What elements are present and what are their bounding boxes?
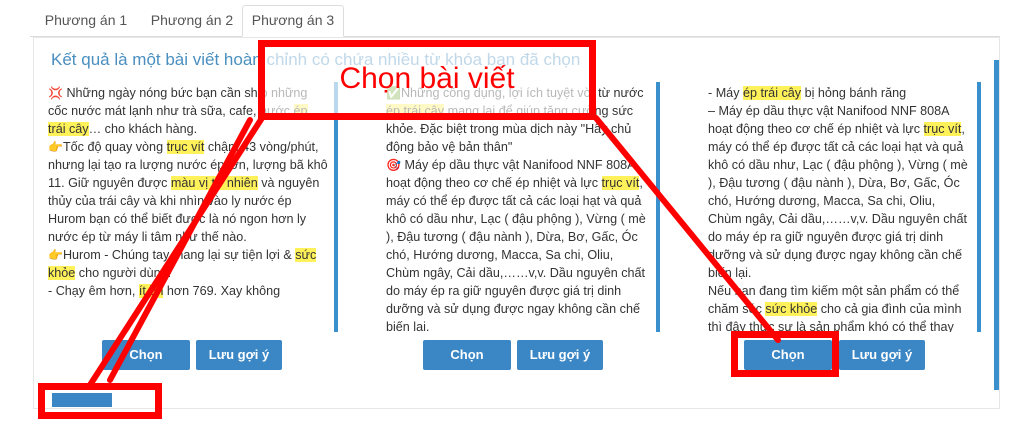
article-paragraph: 👉Hurom - Chúng tay mang lại sự tiện lợi … [48,246,328,282]
tab-option-1[interactable]: Phương án 1 [36,6,136,35]
tab-option-3[interactable]: Phương án 3 [242,5,344,37]
article-text: Tốc độ quay vòng [62,140,167,154]
article-paragraph: Nếu bạn đang tìm kiếm một sản phẩm có th… [708,282,968,332]
article-text-3: - Máy ép trái cây bị hỏng bánh răng – Máy… [704,82,974,332]
article-text: - Chạy êm hơn, [48,284,139,298]
page-scrollbar[interactable] [994,60,999,390]
choose-button-1[interactable]: Chọn [102,340,190,370]
keyword-highlight: ép trái cây [742,86,802,100]
article-text: , máy có thể ép được tất cả các loại hạt… [708,122,968,280]
emoji-icon: 👉 [48,140,63,154]
emoji-icon: 👉 [48,248,63,262]
choose-button-2[interactable]: Chọn [423,340,511,370]
tab-option-2[interactable]: Phương án 2 [142,6,242,35]
article-text: - Máy [708,86,743,100]
article-text: Hurom - Chúng tay mang lại sự tiện lợi & [62,248,296,262]
emoji-icon: 💢 [48,86,63,100]
keyword-highlight: ít ồn [138,284,164,298]
save-suggestion-button-2[interactable]: Lưu gợi ý [517,340,603,370]
keyword-highlight: sức khỏe [765,302,818,316]
keyword-highlight: màu vị tự nhiên [170,176,258,190]
keyword-highlight: trục vít [601,176,640,190]
article-paragraph: 11. Giữ nguyên được màu vị tự nhiên và n… [48,174,328,246]
article-paragraph: - Chạy êm hơn, ít ồn hơn 769. Xay không [48,282,328,300]
annotation-box-pagination [38,383,162,419]
save-suggestion-button-1[interactable]: Lưu gợi ý [196,340,282,370]
scrollbar-2[interactable] [656,82,660,332]
article-text: Máy ép dầu thực vật Nanifood NNF 808A ho… [386,158,635,190]
annotation-label: Chọn bài viết [258,40,596,120]
article-text: cho người dùng. [75,266,172,280]
article-text: hơn 769. Xay không [163,284,281,298]
save-suggestion-button-3[interactable]: Lưu gợi ý [839,340,925,370]
keyword-highlight: trục vít [166,140,205,154]
article-text: 11. Giữ nguyên được [48,176,171,190]
article-paragraph: 🎯 Máy ép dầu thực vật Nanifood NNF 808A … [386,156,646,332]
article-paragraph: 👉Tốc độ quay vòng trục vít chậm 43 vòng/… [48,138,328,174]
article-option-3[interactable]: - Máy ép trái cây bị hỏng bánh răng – Máy… [704,82,974,332]
article-paragraph: – Máy ép dầu thực vật Nanifood NNF 808A … [708,102,968,282]
article-text: … cho khách hàng. [88,122,198,136]
scrollbar-3[interactable] [977,82,981,332]
article-text: bị hỏng bánh răng [801,86,907,100]
article-text: – Máy ép dầu thực vật Nanifood NNF 808A … [708,104,949,136]
keyword-highlight: trục vít [923,122,962,136]
annotation-box-choose [731,331,839,377]
article-paragraph: - Máy ép trái cây bị hỏng bánh răng [708,84,968,102]
emoji-icon: 🎯 [386,158,401,172]
article-text: , máy có thể ép được tất cả các loại hạt… [386,176,646,332]
tab-bar: Phương án 1 Phương án 2 Phương án 3 [30,0,1000,37]
